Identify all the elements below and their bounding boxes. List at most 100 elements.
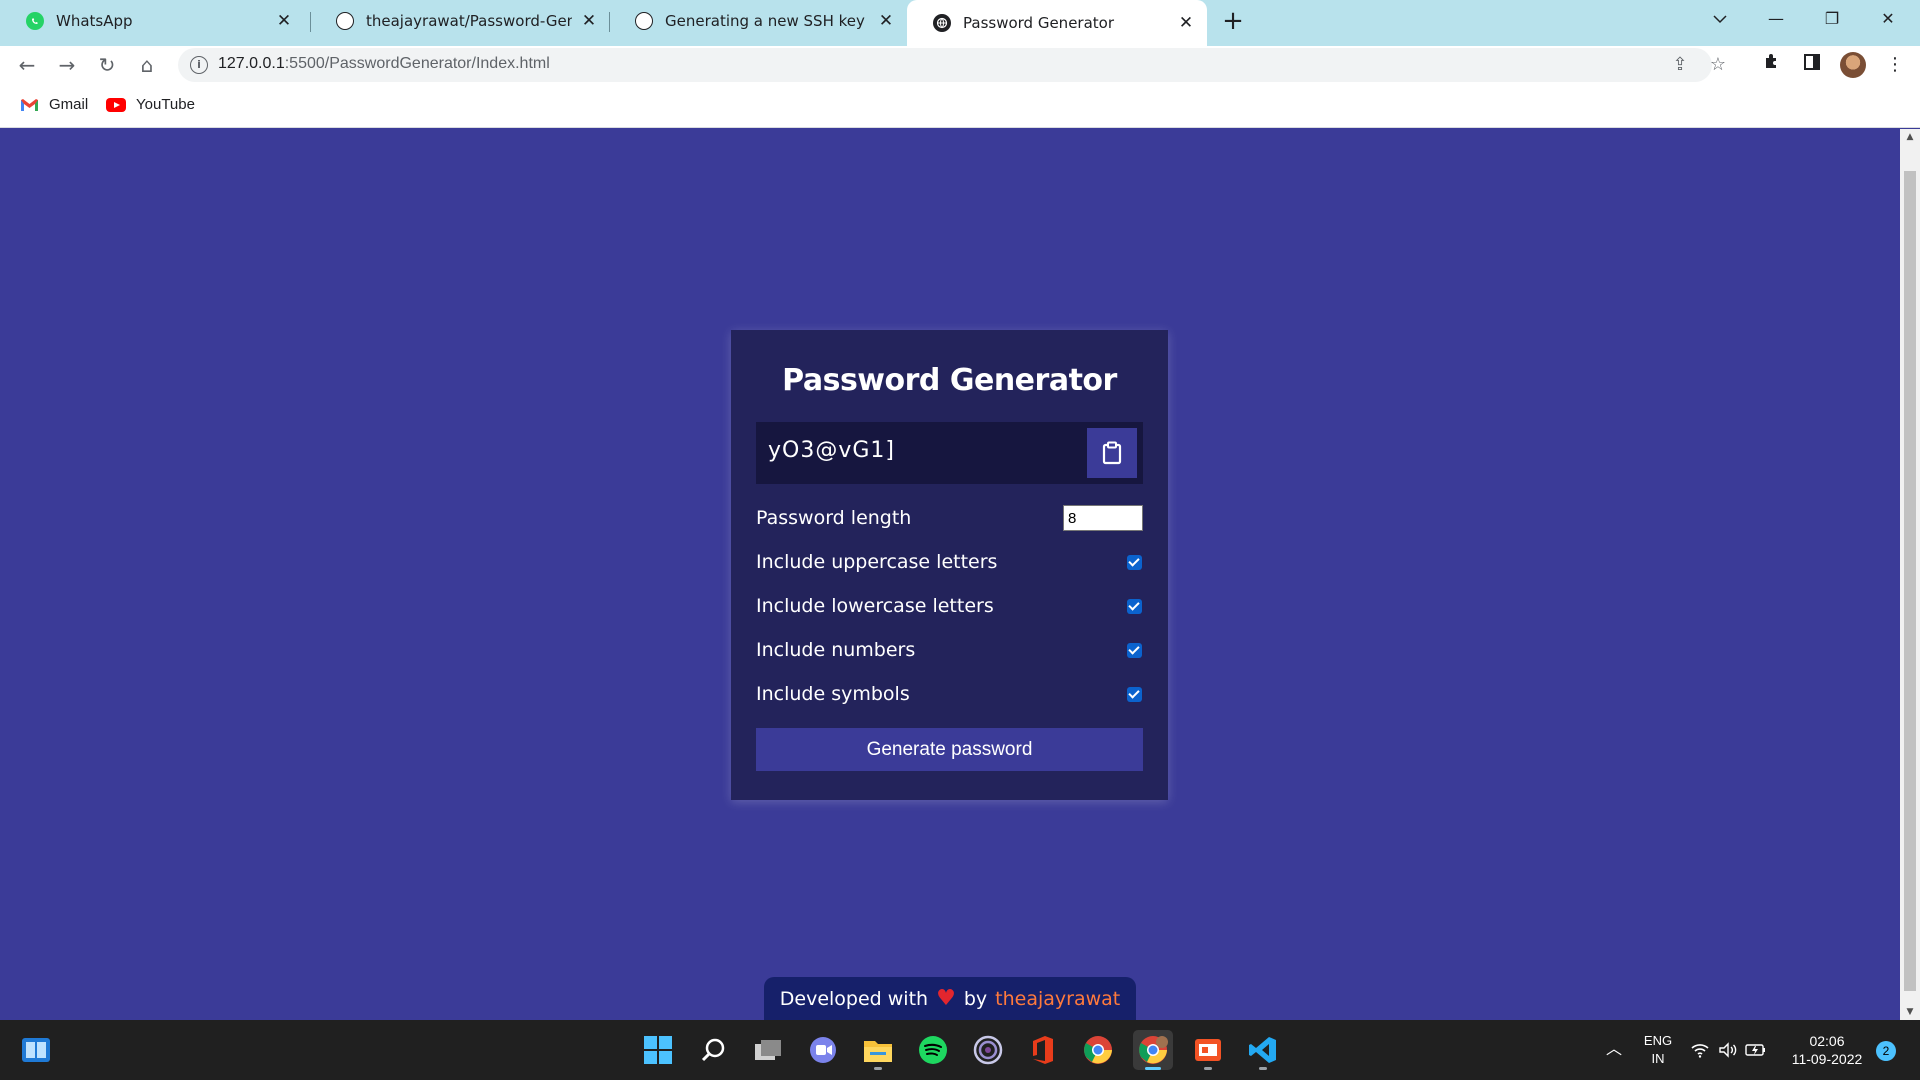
password-generator-card: Password Generator yO3@vG1] Password len… xyxy=(731,330,1168,800)
share-icon[interactable]: ⇪ xyxy=(1668,53,1692,77)
side-panel-icon[interactable] xyxy=(1797,50,1827,80)
tab-title: Generating a new SSH key and adding it t… xyxy=(665,12,869,30)
length-input[interactable] xyxy=(1063,505,1143,531)
volume-icon[interactable] xyxy=(1716,1020,1740,1080)
lowercase-checkbox[interactable] xyxy=(1127,598,1142,614)
chrome-profile-icon[interactable] xyxy=(1133,1030,1173,1070)
tab-password-generator[interactable]: Password Generator ✕ xyxy=(907,0,1207,46)
github-icon xyxy=(635,12,653,30)
footer-prefix: Developed with xyxy=(779,987,929,1010)
tab-strip: WhatsApp ✕ theajayrawat/Password-Generat… xyxy=(0,0,1920,46)
active-indicator xyxy=(1145,1067,1161,1070)
clipboard-icon xyxy=(1102,441,1122,465)
uppercase-checkbox[interactable] xyxy=(1127,554,1142,570)
settings-list: Password length Include uppercase letter… xyxy=(756,496,1143,716)
task-view-icon[interactable] xyxy=(748,1030,788,1070)
vscode-icon[interactable] xyxy=(1243,1030,1283,1070)
tab-title: Password Generator xyxy=(963,14,1115,32)
language-indicator[interactable]: ENG IN xyxy=(1638,1020,1678,1080)
footer-author-link[interactable]: theajayrawat xyxy=(995,988,1120,1010)
notification-badge[interactable]: 2 xyxy=(1876,1041,1896,1061)
bookmark-star-icon[interactable]: ☆ xyxy=(1706,53,1730,77)
menu-icon[interactable]: ⋮ xyxy=(1880,50,1910,80)
scroll-down-arrow[interactable]: ▼ xyxy=(1900,1004,1920,1020)
page-scrollbar[interactable]: ▲ ▼ xyxy=(1900,129,1920,1020)
scroll-up-arrow[interactable]: ▲ xyxy=(1900,129,1920,145)
generated-password: yO3@vG1] xyxy=(768,438,895,463)
copy-to-clipboard-button[interactable] xyxy=(1087,428,1137,478)
browser-toolbar: ← → ↻ ⌂ i 127.0.0.1:5500/PasswordGenerat… xyxy=(0,46,1920,84)
office-icon[interactable] xyxy=(1023,1030,1063,1070)
symbols-checkbox[interactable] xyxy=(1127,686,1142,702)
clock-time: 02:06 xyxy=(1809,1033,1845,1049)
file-explorer-icon[interactable] xyxy=(858,1030,898,1070)
restore-button[interactable]: ❐ xyxy=(1804,0,1860,40)
setting-length: Password length xyxy=(756,496,1143,540)
scroll-thumb[interactable] xyxy=(1904,171,1916,991)
youtube-icon xyxy=(106,97,126,112)
clock[interactable]: 02:06 11-09-2022 xyxy=(1786,1020,1868,1080)
clock-date: 11-09-2022 xyxy=(1791,1051,1863,1067)
setting-symbols: Include symbols xyxy=(756,672,1143,716)
screen-recorder-icon[interactable] xyxy=(1188,1030,1228,1070)
tor-browser-icon[interactable] xyxy=(968,1030,1008,1070)
battery-icon[interactable] xyxy=(1744,1020,1768,1080)
numbers-label: Include numbers xyxy=(756,639,916,661)
reload-button[interactable]: ↻ xyxy=(92,50,122,80)
running-indicator xyxy=(1204,1067,1212,1070)
url-host: 127.0.0.1 xyxy=(218,55,285,72)
chrome-icon[interactable] xyxy=(1078,1030,1118,1070)
generate-password-button[interactable]: Generate password xyxy=(756,728,1143,771)
setting-lowercase: Include lowercase letters xyxy=(756,584,1143,628)
length-label: Password length xyxy=(756,507,912,529)
running-indicator xyxy=(874,1067,882,1070)
widgets-icon[interactable] xyxy=(16,1030,56,1070)
setting-uppercase: Include uppercase letters xyxy=(756,540,1143,584)
show-hidden-icons-chevron-icon[interactable]: ︿ xyxy=(1600,1020,1628,1080)
extensions-icon[interactable] xyxy=(1757,50,1787,80)
windows-taskbar: ︿ ENG IN 02:06 11-09-2022 xyxy=(0,1020,1920,1080)
back-button[interactable]: ← xyxy=(12,50,42,80)
minimize-button[interactable]: — xyxy=(1748,0,1804,40)
search-icon[interactable] xyxy=(693,1030,733,1070)
footer-credit: Developed with ♥ by theajayrawat xyxy=(764,977,1136,1020)
wifi-icon[interactable] xyxy=(1688,1020,1712,1080)
language-code: ENG xyxy=(1643,1033,1673,1048)
footer-by: by xyxy=(963,987,988,1010)
whatsapp-icon xyxy=(26,12,44,30)
setting-numbers: Include numbers xyxy=(756,628,1143,672)
forward-button[interactable]: → xyxy=(52,50,82,80)
new-tab-button[interactable]: + xyxy=(1218,6,1248,36)
bookmark-gmail[interactable]: Gmail xyxy=(20,96,88,113)
bookmark-label: Gmail xyxy=(49,96,89,113)
close-icon[interactable]: ✕ xyxy=(275,12,293,30)
teams-chat-icon[interactable] xyxy=(803,1030,843,1070)
tab-title: WhatsApp xyxy=(56,12,133,30)
site-info-icon[interactable]: i xyxy=(190,56,208,74)
password-result: yO3@vG1] xyxy=(756,422,1143,484)
bookmarks-bar: Gmail YouTube xyxy=(0,84,1920,128)
close-icon[interactable]: ✕ xyxy=(877,12,895,30)
numbers-checkbox[interactable] xyxy=(1127,642,1142,658)
home-button[interactable]: ⌂ xyxy=(132,50,162,80)
window-close-button[interactable]: ✕ xyxy=(1860,0,1916,40)
address-bar[interactable]: i 127.0.0.1:5500/PasswordGenerator/Index… xyxy=(178,48,1726,82)
close-icon[interactable]: ✕ xyxy=(580,12,598,30)
url-text[interactable]: 127.0.0.1:5500/PasswordGenerator/Index.h… xyxy=(218,55,550,73)
spotify-icon[interactable] xyxy=(913,1030,953,1070)
tab-whatsapp[interactable]: WhatsApp ✕ xyxy=(0,0,305,42)
tab-search-icon[interactable] xyxy=(1692,0,1748,40)
gmail-icon xyxy=(20,98,39,112)
url-path: :5500/PasswordGenerator/Index.html xyxy=(284,55,550,72)
bookmark-youtube[interactable]: YouTube xyxy=(106,96,195,113)
app-title: Password Generator xyxy=(782,363,1117,398)
uppercase-label: Include uppercase letters xyxy=(756,551,998,573)
lowercase-label: Include lowercase letters xyxy=(756,595,994,617)
start-icon[interactable] xyxy=(638,1030,678,1070)
close-icon[interactable]: ✕ xyxy=(1177,14,1195,32)
profile-avatar[interactable] xyxy=(1840,52,1866,78)
bookmark-label: YouTube xyxy=(136,96,195,113)
tab-github-ssh[interactable]: Generating a new SSH key and adding it t… xyxy=(609,0,907,42)
tab-github-repo[interactable]: theajayrawat/Password-Generator ✕ xyxy=(310,0,610,42)
heart-icon: ♥ xyxy=(936,986,956,1011)
